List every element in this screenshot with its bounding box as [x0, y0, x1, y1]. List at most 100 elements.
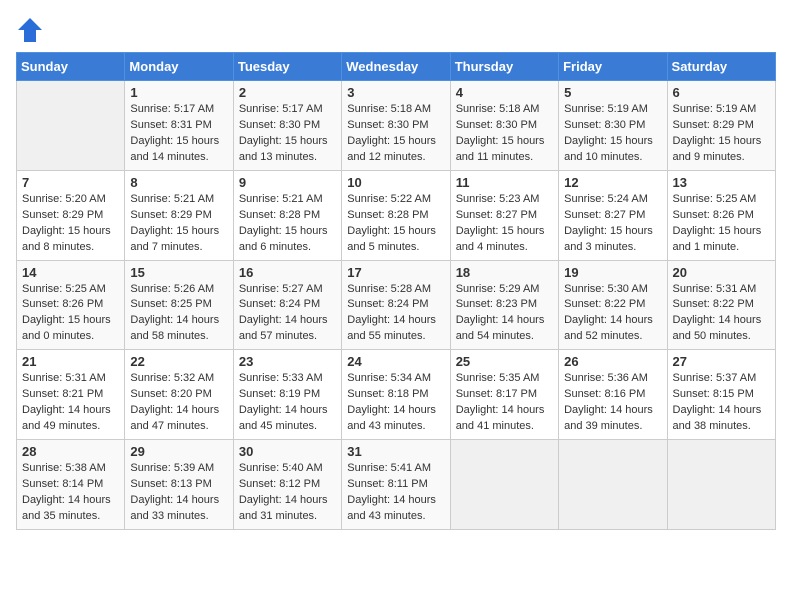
day-info: Sunrise: 5:20 AM Sunset: 8:29 PM Dayligh… — [22, 192, 119, 256]
day-number: 29 — [130, 444, 227, 459]
calendar-cell: 15 Sunrise: 5:26 AM Sunset: 8:25 PM Dayli… — [125, 260, 233, 350]
day-number: 21 — [22, 354, 119, 369]
calendar-cell: 28 Sunrise: 5:38 AM Sunset: 8:14 PM Dayli… — [17, 440, 125, 530]
logo — [16, 16, 48, 44]
day-info: Sunrise: 5:19 AM Sunset: 8:29 PM Dayligh… — [673, 102, 770, 166]
calendar-cell: 13 Sunrise: 5:25 AM Sunset: 8:26 PM Dayli… — [667, 170, 775, 260]
weekday-thursday: Thursday — [450, 53, 558, 81]
calendar-cell: 1 Sunrise: 5:17 AM Sunset: 8:31 PM Daylig… — [125, 81, 233, 171]
day-number: 12 — [564, 175, 661, 190]
day-number: 11 — [456, 175, 553, 190]
day-info: Sunrise: 5:18 AM Sunset: 8:30 PM Dayligh… — [456, 102, 553, 166]
day-info: Sunrise: 5:23 AM Sunset: 8:27 PM Dayligh… — [456, 192, 553, 256]
day-number: 25 — [456, 354, 553, 369]
calendar-cell — [559, 440, 667, 530]
calendar-cell: 19 Sunrise: 5:30 AM Sunset: 8:22 PM Dayli… — [559, 260, 667, 350]
day-info: Sunrise: 5:39 AM Sunset: 8:13 PM Dayligh… — [130, 461, 227, 525]
calendar-cell — [450, 440, 558, 530]
day-number: 20 — [673, 265, 770, 280]
day-info: Sunrise: 5:31 AM Sunset: 8:21 PM Dayligh… — [22, 371, 119, 435]
calendar-week-2: 7 Sunrise: 5:20 AM Sunset: 8:29 PM Daylig… — [17, 170, 776, 260]
calendar-cell: 30 Sunrise: 5:40 AM Sunset: 8:12 PM Dayli… — [233, 440, 341, 530]
day-number: 5 — [564, 85, 661, 100]
day-info: Sunrise: 5:18 AM Sunset: 8:30 PM Dayligh… — [347, 102, 444, 166]
day-info: Sunrise: 5:29 AM Sunset: 8:23 PM Dayligh… — [456, 282, 553, 346]
day-number: 17 — [347, 265, 444, 280]
calendar-cell: 31 Sunrise: 5:41 AM Sunset: 8:11 PM Dayli… — [342, 440, 450, 530]
calendar-cell — [17, 81, 125, 171]
calendar-cell: 9 Sunrise: 5:21 AM Sunset: 8:28 PM Daylig… — [233, 170, 341, 260]
day-info: Sunrise: 5:25 AM Sunset: 8:26 PM Dayligh… — [673, 192, 770, 256]
day-info: Sunrise: 5:17 AM Sunset: 8:30 PM Dayligh… — [239, 102, 336, 166]
day-info: Sunrise: 5:35 AM Sunset: 8:17 PM Dayligh… — [456, 371, 553, 435]
calendar-cell: 14 Sunrise: 5:25 AM Sunset: 8:26 PM Dayli… — [17, 260, 125, 350]
calendar-cell: 16Sunrise: 5:27 AM Sunset: 8:24 PM Dayli… — [233, 260, 341, 350]
day-info: Sunrise: 5:17 AM Sunset: 8:31 PM Dayligh… — [130, 102, 227, 166]
day-number: 22 — [130, 354, 227, 369]
day-info: Sunrise: 5:30 AM Sunset: 8:22 PM Dayligh… — [564, 282, 661, 346]
day-number: 26 — [564, 354, 661, 369]
calendar-cell: 20 Sunrise: 5:31 AM Sunset: 8:22 PM Dayli… — [667, 260, 775, 350]
calendar-cell: 10 Sunrise: 5:22 AM Sunset: 8:28 PM Dayli… — [342, 170, 450, 260]
day-number: 13 — [673, 175, 770, 190]
day-info: Sunrise: 5:36 AM Sunset: 8:16 PM Dayligh… — [564, 371, 661, 435]
day-number: 6 — [673, 85, 770, 100]
calendar-cell: 4 Sunrise: 5:18 AM Sunset: 8:30 PM Daylig… — [450, 81, 558, 171]
day-number: 10 — [347, 175, 444, 190]
calendar-cell: 7 Sunrise: 5:20 AM Sunset: 8:29 PM Daylig… — [17, 170, 125, 260]
calendar-cell: 6 Sunrise: 5:19 AM Sunset: 8:29 PM Daylig… — [667, 81, 775, 171]
day-number: 1 — [130, 85, 227, 100]
day-number: 31 — [347, 444, 444, 459]
calendar-cell: 23Sunrise: 5:33 AM Sunset: 8:19 PM Dayli… — [233, 350, 341, 440]
weekday-sunday: Sunday — [17, 53, 125, 81]
day-info: Sunrise: 5:38 AM Sunset: 8:14 PM Dayligh… — [22, 461, 119, 525]
day-number: 14 — [22, 265, 119, 280]
calendar-cell: 5 Sunrise: 5:19 AM Sunset: 8:30 PM Daylig… — [559, 81, 667, 171]
calendar-header: SundayMondayTuesdayWednesdayThursdayFrid… — [17, 53, 776, 81]
calendar-cell: 18 Sunrise: 5:29 AM Sunset: 8:23 PM Dayli… — [450, 260, 558, 350]
day-info: Sunrise: 5:34 AM Sunset: 8:18 PM Dayligh… — [347, 371, 444, 435]
day-number: 2 — [239, 85, 336, 100]
day-info: Sunrise: 5:25 AM Sunset: 8:26 PM Dayligh… — [22, 282, 119, 346]
day-info: Sunrise: 5:33 AM Sunset: 8:19 PM Dayligh… — [239, 371, 336, 435]
day-number: 8 — [130, 175, 227, 190]
calendar-cell: 26 Sunrise: 5:36 AM Sunset: 8:16 PM Dayli… — [559, 350, 667, 440]
weekday-monday: Monday — [125, 53, 233, 81]
day-info: Sunrise: 5:40 AM Sunset: 8:12 PM Dayligh… — [239, 461, 336, 525]
day-number: 18 — [456, 265, 553, 280]
calendar-week-5: 28 Sunrise: 5:38 AM Sunset: 8:14 PM Dayli… — [17, 440, 776, 530]
calendar-cell: 24Sunrise: 5:34 AM Sunset: 8:18 PM Dayli… — [342, 350, 450, 440]
calendar-week-1: 1 Sunrise: 5:17 AM Sunset: 8:31 PM Daylig… — [17, 81, 776, 171]
day-info: Sunrise: 5:21 AM Sunset: 8:28 PM Dayligh… — [239, 192, 336, 256]
weekday-saturday: Saturday — [667, 53, 775, 81]
weekday-friday: Friday — [559, 53, 667, 81]
day-number: 19 — [564, 265, 661, 280]
day-info: Sunrise: 5:21 AM Sunset: 8:29 PM Dayligh… — [130, 192, 227, 256]
calendar-cell: 22 Sunrise: 5:32 AM Sunset: 8:20 PM Dayli… — [125, 350, 233, 440]
day-info: Sunrise: 5:41 AM Sunset: 8:11 PM Dayligh… — [347, 461, 444, 525]
day-number: 4 — [456, 85, 553, 100]
calendar-body: 1 Sunrise: 5:17 AM Sunset: 8:31 PM Daylig… — [17, 81, 776, 530]
calendar-cell: 21 Sunrise: 5:31 AM Sunset: 8:21 PM Dayli… — [17, 350, 125, 440]
calendar-week-3: 14 Sunrise: 5:25 AM Sunset: 8:26 PM Dayli… — [17, 260, 776, 350]
calendar-cell: 12Sunrise: 5:24 AM Sunset: 8:27 PM Dayli… — [559, 170, 667, 260]
day-info: Sunrise: 5:28 AM Sunset: 8:24 PM Dayligh… — [347, 282, 444, 346]
day-number: 7 — [22, 175, 119, 190]
calendar-cell: 27 Sunrise: 5:37 AM Sunset: 8:15 PM Dayli… — [667, 350, 775, 440]
day-info: Sunrise: 5:22 AM Sunset: 8:28 PM Dayligh… — [347, 192, 444, 256]
day-number: 28 — [22, 444, 119, 459]
day-info: Sunrise: 5:19 AM Sunset: 8:30 PM Dayligh… — [564, 102, 661, 166]
calendar-cell: 3Sunrise: 5:18 AM Sunset: 8:30 PM Daylig… — [342, 81, 450, 171]
weekday-header-row: SundayMondayTuesdayWednesdayThursdayFrid… — [17, 53, 776, 81]
logo-icon — [16, 16, 44, 44]
day-info: Sunrise: 5:27 AM Sunset: 8:24 PM Dayligh… — [239, 282, 336, 346]
day-info: Sunrise: 5:31 AM Sunset: 8:22 PM Dayligh… — [673, 282, 770, 346]
day-number: 15 — [130, 265, 227, 280]
calendar: SundayMondayTuesdayWednesdayThursdayFrid… — [16, 52, 776, 530]
day-info: Sunrise: 5:32 AM Sunset: 8:20 PM Dayligh… — [130, 371, 227, 435]
day-info: Sunrise: 5:37 AM Sunset: 8:15 PM Dayligh… — [673, 371, 770, 435]
day-number: 30 — [239, 444, 336, 459]
day-info: Sunrise: 5:26 AM Sunset: 8:25 PM Dayligh… — [130, 282, 227, 346]
day-number: 9 — [239, 175, 336, 190]
day-number: 27 — [673, 354, 770, 369]
